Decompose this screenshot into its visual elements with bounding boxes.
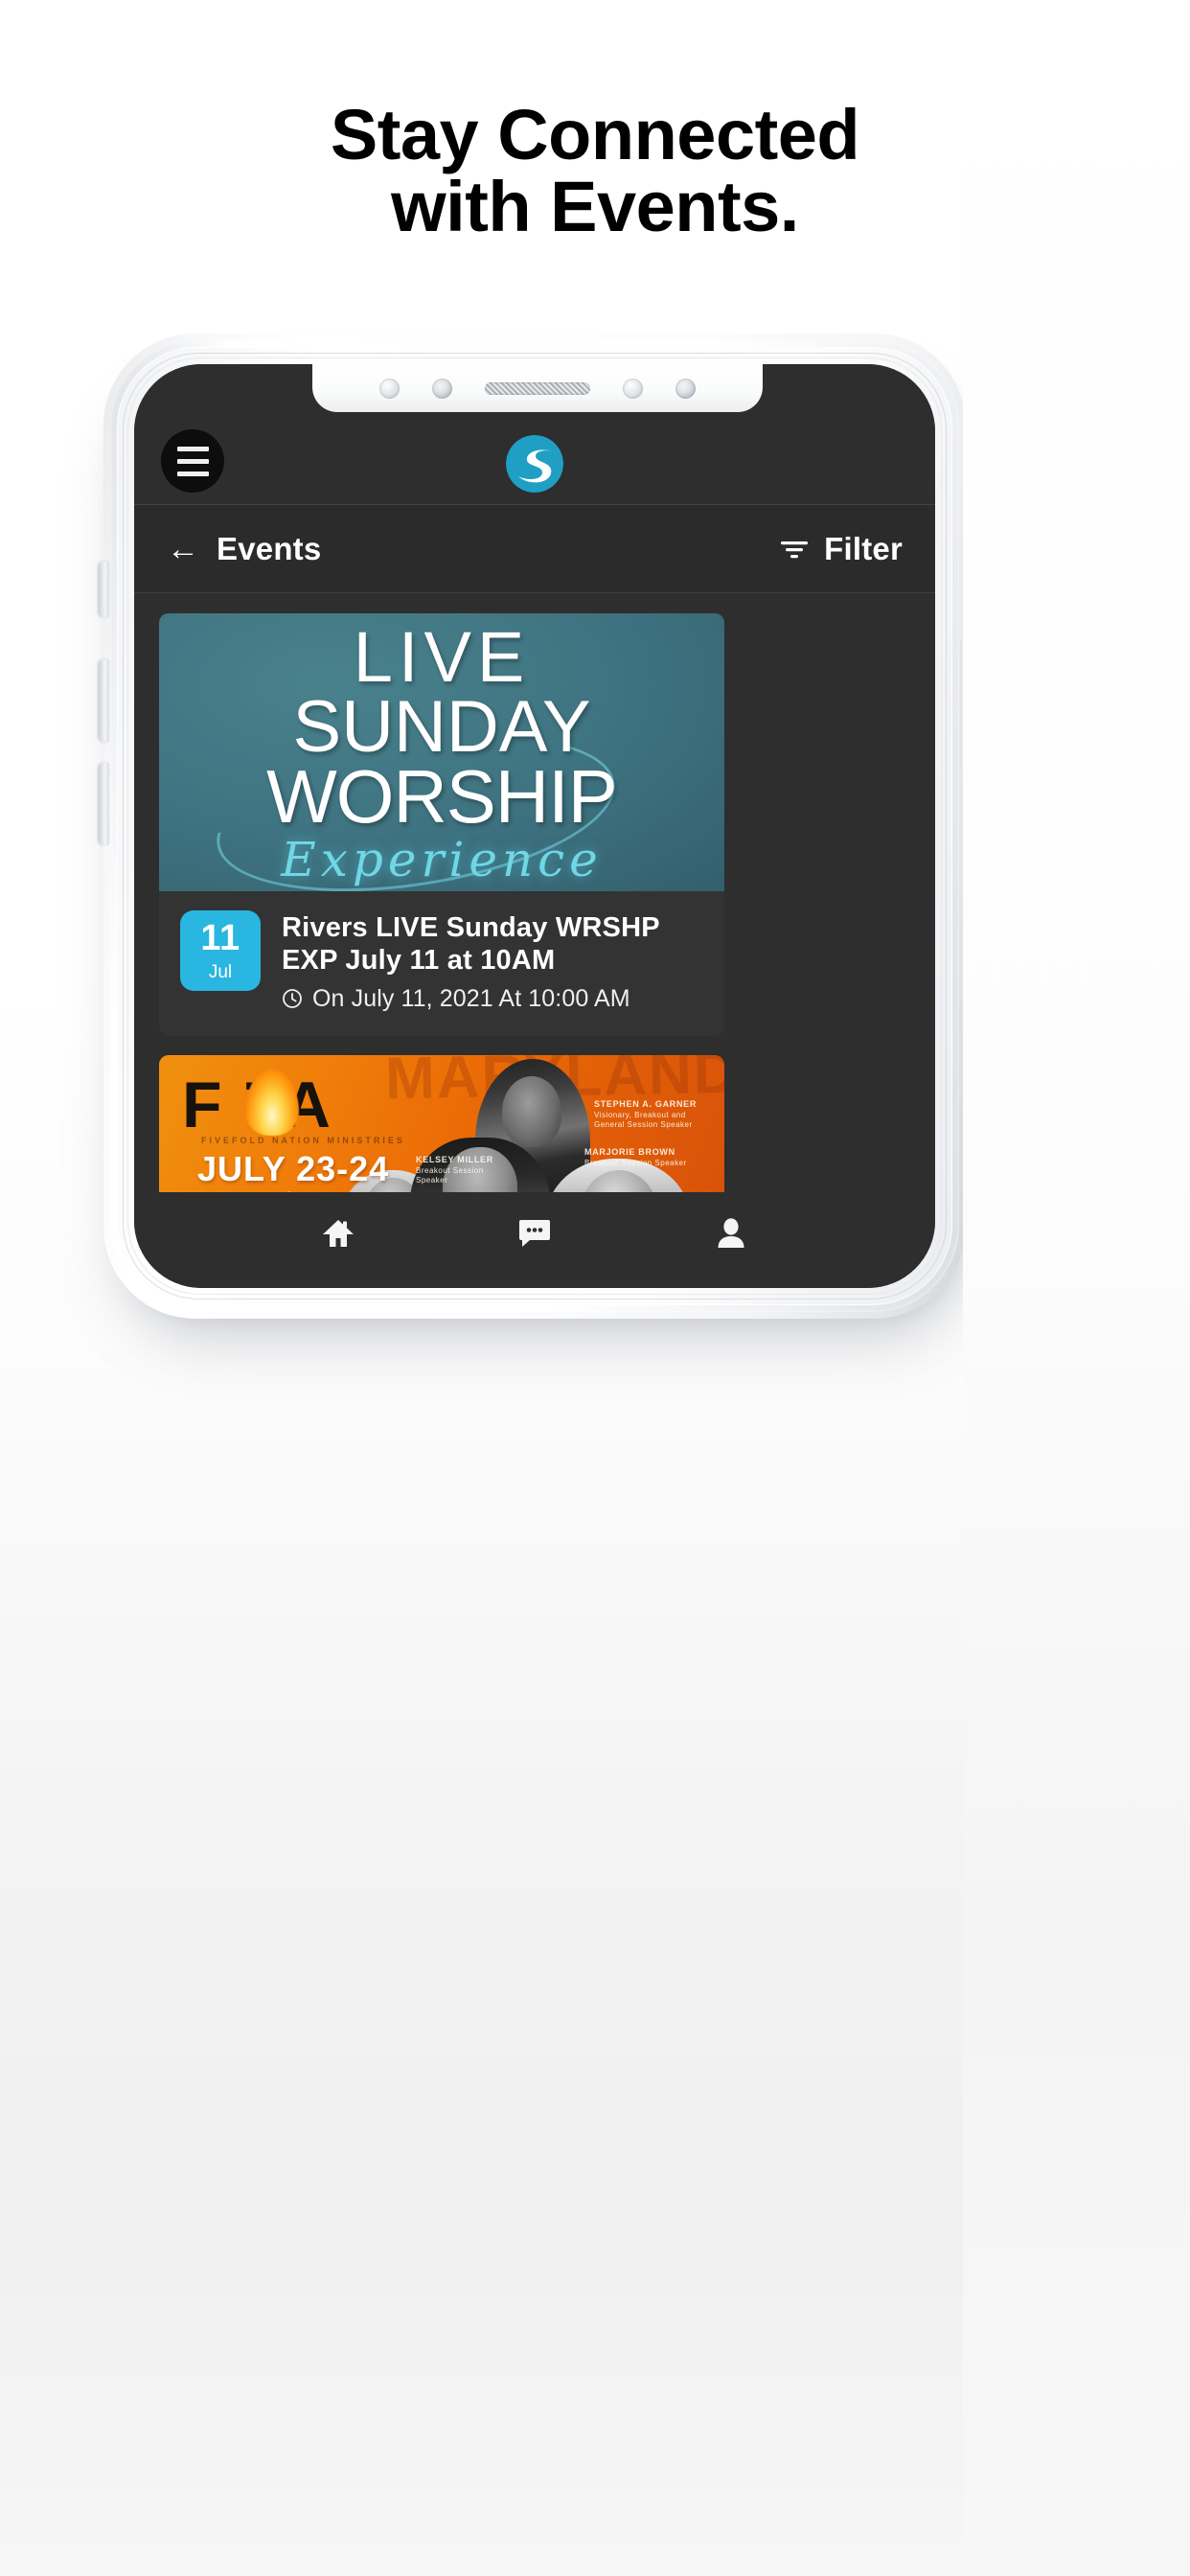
phone-mockup: ← Events Filter LIVE SUNDAY WORSHIP Expe… bbox=[99, 334, 1071, 1321]
speaker-name: MARJORIE BROWN bbox=[584, 1146, 675, 1157]
nav-item-home[interactable] bbox=[308, 1207, 369, 1260]
poster-line-1: LIVE bbox=[353, 617, 531, 697]
earpiece-speaker-icon bbox=[485, 381, 590, 395]
phone-body: ← Events Filter LIVE SUNDAY WORSHIP Expe… bbox=[99, 334, 971, 1319]
nav-item-profile[interactable] bbox=[700, 1207, 762, 1260]
event-card-text: Rivers LIVE Sunday WRSHP EXP July 11 at … bbox=[282, 910, 703, 1013]
events-page-header: ← Events Filter bbox=[134, 505, 935, 593]
event-date-day: 11 bbox=[200, 918, 240, 958]
canvas-right-margin bbox=[963, 0, 1190, 2576]
menu-line bbox=[176, 471, 209, 476]
screenshot-canvas: Stay Connected with Events. ← Events Fil… bbox=[0, 0, 1190, 2576]
poster-tagline: FIVEFOLD NATION MINISTRIES bbox=[201, 1135, 405, 1145]
clock-icon bbox=[282, 988, 303, 1009]
speaker-caption-stephen-garner: STEPHEN A. GARNER Visionary, Breakout an… bbox=[594, 1099, 709, 1130]
filter-label: Filter bbox=[824, 531, 903, 566]
mute-switch[interactable] bbox=[99, 562, 109, 617]
front-camera-icon bbox=[432, 378, 452, 399]
event-title: Rivers LIVE Sunday WRSHP EXP July 11 at … bbox=[282, 912, 660, 976]
phone-screen: ← Events Filter LIVE SUNDAY WORSHIP Expe… bbox=[134, 364, 935, 1288]
volume-down-button[interactable] bbox=[99, 763, 109, 845]
proximity-sensor-2-icon bbox=[623, 378, 643, 399]
event-datetime-row: On July 11, 2021 At 10:00 AM bbox=[282, 985, 703, 1013]
poster-line-2: SUNDAY bbox=[292, 686, 591, 769]
events-list[interactable]: LIVE SUNDAY WORSHIP Experience 11 Jul Ri… bbox=[134, 594, 935, 1192]
speaker-name: STEPHEN A. GARNER bbox=[594, 1098, 698, 1109]
event-card[interactable]: LIVE SUNDAY WORSHIP Experience 11 Jul Ri… bbox=[159, 613, 724, 1036]
poster-script-word: Experience bbox=[281, 832, 603, 887]
front-camera-2-icon bbox=[675, 378, 696, 399]
device-notch bbox=[312, 364, 763, 412]
notch-sensor-cluster bbox=[312, 378, 763, 399]
event-card[interactable]: MARYLAND MARYLAND MARYLAND MARYLAND F TA… bbox=[159, 1054, 724, 1192]
event-date-badge: 11 Jul bbox=[180, 910, 261, 991]
arrow-left-icon[interactable]: ← bbox=[167, 533, 199, 565]
event-date-month: Jul bbox=[208, 962, 233, 982]
event-poster-fota-2k21: MARYLAND MARYLAND MARYLAND MARYLAND F TA… bbox=[159, 1054, 724, 1192]
person-icon bbox=[717, 1218, 745, 1249]
events-header-title: Events bbox=[217, 531, 322, 566]
speaker-name: KELSEY MILLER bbox=[416, 1154, 493, 1164]
speaker-caption-kelsey-miller: KELSEY MILLER Breakout Session Speaker bbox=[416, 1155, 508, 1185]
filter-button[interactable]: Filter bbox=[780, 531, 903, 567]
menu-line bbox=[176, 458, 209, 464]
volume-up-button[interactable] bbox=[99, 659, 109, 742]
bottom-navigation-bar bbox=[134, 1192, 935, 1288]
chat-bubble-icon bbox=[518, 1219, 551, 1248]
event-poster-live-sunday-worship: LIVE SUNDAY WORSHIP Experience bbox=[159, 613, 724, 891]
home-icon bbox=[322, 1218, 355, 1249]
nav-item-messages[interactable] bbox=[504, 1207, 565, 1260]
proximity-sensor-icon bbox=[379, 378, 400, 399]
speaker-role: Visionary, Breakout and General Session … bbox=[594, 1110, 693, 1129]
poster-dates: JULY 23-24 bbox=[197, 1148, 390, 1188]
filter-icon bbox=[780, 539, 809, 560]
speaker-caption-marjorie-brown: MARJORIE BROWN Breakout Session Speaker bbox=[584, 1147, 699, 1168]
event-card-info: 11 Jul Rivers LIVE Sunday WRSHP EXP July… bbox=[159, 891, 724, 1036]
event-datetime-text: On July 11, 2021 At 10:00 AM bbox=[312, 984, 630, 1012]
header-left-group[interactable]: ← Events bbox=[167, 531, 321, 567]
speaker-role: Breakout Session Speaker bbox=[584, 1158, 687, 1167]
rivers-s-logo-icon[interactable] bbox=[506, 435, 563, 493]
hamburger-menu-icon[interactable] bbox=[161, 429, 224, 493]
menu-line bbox=[176, 446, 209, 451]
poster-title-stack: LIVE SUNDAY WORSHIP bbox=[159, 617, 724, 839]
header-underline bbox=[134, 592, 935, 593]
poster-line-3: WORSHIP bbox=[266, 753, 618, 839]
speaker-role: Breakout Session Speaker bbox=[416, 1165, 484, 1184]
